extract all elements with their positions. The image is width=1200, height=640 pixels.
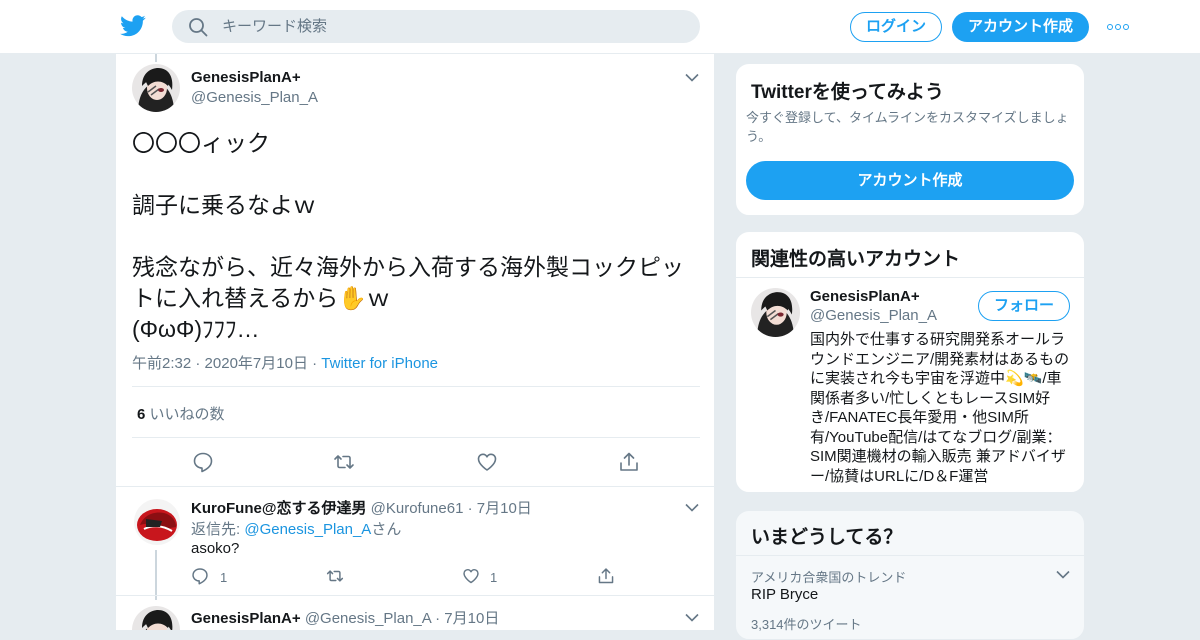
avatar[interactable] [751, 288, 800, 337]
avatar[interactable] [134, 499, 180, 545]
follow-button[interactable]: フォロー [978, 291, 1070, 321]
main-column: GenesisPlanA+ @Genesis_Plan_A 〇〇〇ィック 調子に… [115, 54, 715, 630]
twitter-bird-icon[interactable] [120, 14, 146, 38]
avatar[interactable] [132, 606, 180, 630]
top-bar: ログイン アカウント作成 [0, 0, 1200, 54]
trend-tweet-count: 3,314件のツイート [751, 617, 862, 632]
thread-line [155, 54, 157, 62]
like-count-stat[interactable]: 6 いいねの数 [137, 403, 225, 424]
reply-date[interactable]: 7月10日 [477, 500, 532, 517]
card-subtitle: 今すぐ登録して、タイムラインをカスタマイズしましょう。 [746, 110, 1069, 144]
signup-prompt-card: Twitterを使ってみよう 今すぐ登録して、タイムラインをカスタマイズしましょ… [735, 63, 1085, 216]
search-icon [189, 18, 208, 37]
avatar[interactable] [132, 64, 180, 112]
like-count-label: いいねの数 [149, 406, 225, 423]
signup-button[interactable]: アカウント作成 [746, 161, 1074, 200]
tweet-author-name[interactable]: GenesisPlanA+ [191, 69, 301, 86]
more-options-icon[interactable] [1107, 18, 1131, 34]
reply-to-handle-link[interactable]: @Genesis_Plan_A [244, 521, 371, 538]
signup-button[interactable]: アカウント作成 [952, 12, 1089, 42]
thread-line [155, 550, 157, 600]
trends-card: いまどうしてる？ アメリカ合衆国のトレンド RIP Bryce 3,314件のツ… [735, 510, 1085, 640]
search-bar[interactable] [172, 10, 700, 43]
chevron-down-icon[interactable] [685, 613, 699, 622]
search-input[interactable] [222, 10, 682, 43]
like-count: 6 [137, 406, 146, 423]
chevron-down-icon[interactable] [685, 73, 699, 82]
reply-icon[interactable] [192, 451, 214, 473]
card-title: Twitterを使ってみよう [751, 82, 944, 103]
retweet-icon[interactable] [326, 567, 344, 585]
share-icon[interactable] [618, 451, 640, 473]
reply-text: asoko? [191, 540, 240, 557]
reply-count: 1 [220, 570, 228, 585]
like-icon[interactable] [462, 567, 480, 585]
divider [132, 386, 700, 387]
reply-author-handle[interactable]: @Kurofune61 [371, 500, 464, 517]
chevron-down-icon[interactable] [685, 503, 699, 512]
trend-context: アメリカ合衆国のトレンド [751, 570, 907, 585]
reply-author-handle[interactable]: @Genesis_Plan_A [305, 610, 431, 627]
tweet-date[interactable]: 2020年7月10日 [205, 355, 308, 372]
account-handle[interactable]: @Genesis_Plan_A [810, 307, 937, 324]
login-button[interactable]: ログイン [850, 12, 942, 42]
tweet-author-handle[interactable]: @Genesis_Plan_A [191, 89, 318, 106]
reply-to-line: 返信先: @Genesis_Plan_Aさん [191, 521, 402, 538]
divider [736, 555, 1084, 556]
trend-topic[interactable]: RIP Bryce [751, 586, 818, 603]
account-name[interactable]: GenesisPlanA+ [810, 288, 920, 305]
reply-header: GenesisPlanA+ @Genesis_Plan_A · 7月10日 [191, 610, 500, 627]
reply-author-name[interactable]: KuroFune@恋する伊達男 [191, 500, 366, 517]
tweet-meta: 午前2:32 · 2020年7月10日 · Twitter for iPhone [132, 355, 439, 372]
like-icon[interactable] [476, 451, 498, 473]
like-count: 1 [490, 570, 498, 585]
tweet-text: 〇〇〇ィック 調子に乗るなよｗ 残念ながら、近々海外から入荷する海外製コックピッ… [132, 130, 684, 342]
tweet-source-link[interactable]: Twitter for iPhone [321, 355, 438, 372]
divider [116, 595, 714, 596]
divider [736, 277, 1084, 278]
divider [132, 437, 700, 438]
chevron-down-icon[interactable] [1056, 570, 1070, 579]
reply-author-name[interactable]: GenesisPlanA+ [191, 610, 301, 627]
reply-date[interactable]: 7月10日 [444, 610, 499, 627]
retweet-icon[interactable] [333, 451, 355, 473]
share-icon[interactable] [597, 567, 615, 585]
card-title: いまどうしてる？ [751, 527, 903, 548]
account-bio: 国内外で仕事する研究開発系オールラウンドエンジニア/開発素材はあるものに実装され… [810, 331, 1070, 485]
related-accounts-card: 関連性の高いアカウント GenesisPlanA+ @Genesis_Plan_… [735, 231, 1085, 493]
divider [116, 486, 714, 487]
reply-icon[interactable] [191, 567, 209, 585]
reply-header: KuroFune@恋する伊達男 @Kurofune61 · 7月10日 [191, 500, 532, 517]
card-title: 関連性の高いアカウント [751, 249, 961, 270]
tweet-time[interactable]: 午前2:32 [132, 355, 191, 372]
